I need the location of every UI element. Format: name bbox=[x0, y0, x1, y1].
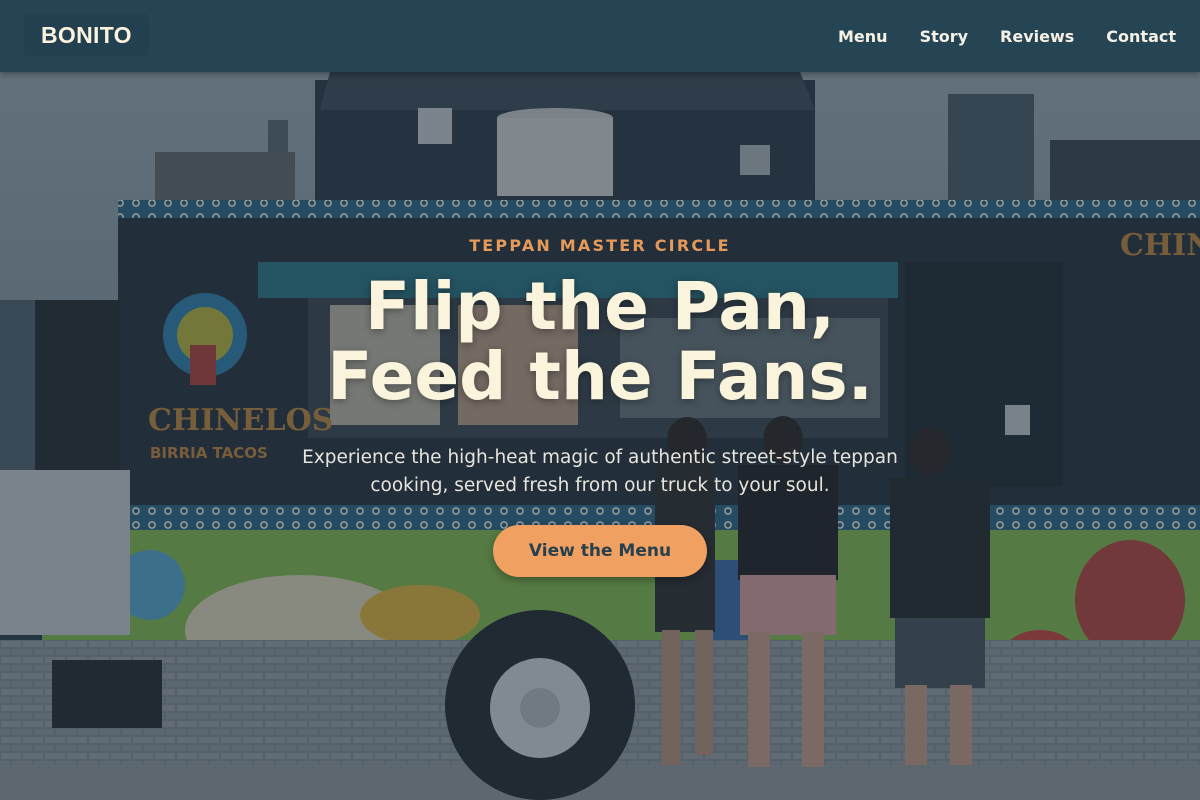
top-navbar: BONITO Menu Story Reviews Contact bbox=[0, 0, 1200, 72]
nav-link-contact[interactable]: Contact bbox=[1106, 27, 1176, 46]
brand-logo[interactable]: BONITO bbox=[24, 14, 149, 56]
hero-dark-overlay bbox=[0, 72, 1200, 800]
view-menu-button[interactable]: View the Menu bbox=[493, 525, 707, 577]
hero-headline: Flip the Pan, Feed the Fans. bbox=[0, 272, 1200, 412]
hero-eyebrow: TEPPAN MASTER CIRCLE bbox=[469, 236, 731, 255]
nav-links: Menu Story Reviews Contact bbox=[838, 0, 1176, 72]
hero-headline-line-2: Feed the Fans. bbox=[327, 338, 873, 415]
nav-link-menu[interactable]: Menu bbox=[838, 27, 888, 46]
hero-subtitle: Experience the high-heat magic of authen… bbox=[302, 447, 898, 496]
nav-link-reviews[interactable]: Reviews bbox=[1000, 27, 1074, 46]
hero-headline-line-1: Flip the Pan, bbox=[364, 268, 836, 345]
hero-section: CHINELOS BIRRIA TACOS CHINE 37-35 VERNON… bbox=[0, 72, 1200, 800]
nav-link-story[interactable]: Story bbox=[920, 27, 968, 46]
